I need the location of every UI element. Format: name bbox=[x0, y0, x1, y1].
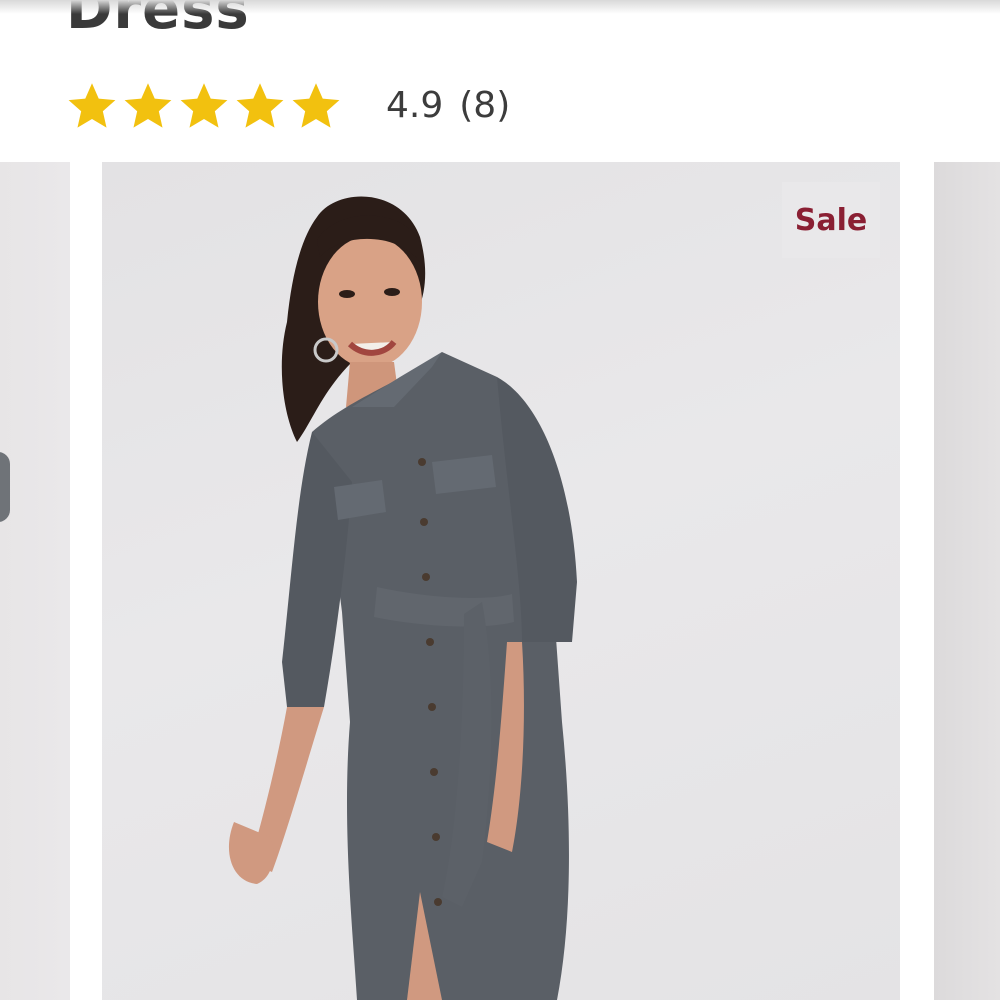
star-icon bbox=[178, 80, 230, 132]
model-shirt-dress-photo bbox=[102, 162, 900, 1000]
carousel-previous-slide[interactable] bbox=[0, 162, 70, 1000]
product-image-carousel[interactable]: Sale bbox=[0, 162, 1000, 1000]
carousel-current-slide[interactable]: Sale bbox=[102, 162, 900, 1000]
rating-value: 4.9 bbox=[386, 85, 444, 126]
star-icon bbox=[122, 80, 174, 132]
sale-badge: Sale bbox=[782, 182, 880, 258]
rating-text: 4.9 (8) bbox=[386, 78, 510, 134]
star-icon bbox=[290, 80, 342, 132]
star-rating bbox=[66, 80, 342, 132]
star-icon bbox=[234, 80, 286, 132]
carousel-next-slide[interactable] bbox=[934, 162, 1000, 1000]
previous-image-fragment bbox=[0, 452, 10, 522]
product-page: Dress 4.9 (8) Sale bbox=[0, 0, 1000, 1000]
rating-summary[interactable]: 4.9 (8) bbox=[66, 78, 510, 134]
star-icon bbox=[66, 80, 118, 132]
review-count[interactable]: (8) bbox=[459, 78, 510, 134]
header-shadow bbox=[0, 0, 1000, 14]
